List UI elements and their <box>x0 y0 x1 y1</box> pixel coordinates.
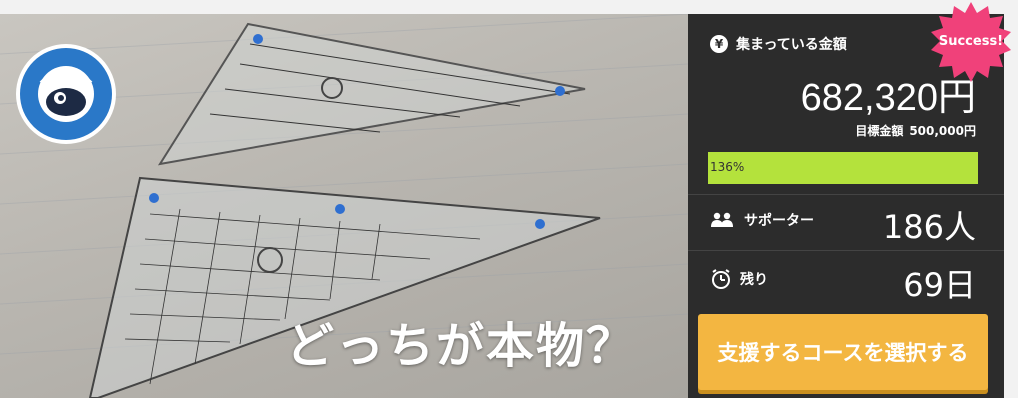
amount-raised-text: 集まっている金額 <box>736 37 847 53</box>
divider <box>688 194 1004 195</box>
select-support-course-button[interactable]: 支援するコースを選択する <box>698 314 988 390</box>
remaining-text: 残り <box>740 272 768 288</box>
project-page: どっちが本物？ ¥ 集まっている金額 682,320円 目標金額 500,000円… <box>0 0 1018 398</box>
supporters-count: 186人 <box>882 208 976 246</box>
remaining-label: 残り <box>710 268 768 290</box>
supporters-text: サポーター <box>744 213 814 229</box>
funding-progress-bar: 136% <box>708 152 978 184</box>
goal-amount: 目標金額 500,000円 <box>855 122 976 139</box>
clock-icon <box>710 268 732 290</box>
mozukope-animation-logo <box>14 42 118 146</box>
success-badge-label: Success! <box>938 34 1004 49</box>
amount-raised-label: ¥ 集まっている金額 <box>710 34 847 54</box>
divider <box>688 250 1004 251</box>
upper-set-square <box>157 22 586 166</box>
project-hero-image: どっちが本物？ <box>0 14 688 398</box>
goal-amount-value: 500,000円 <box>909 124 976 138</box>
yen-coin-icon: ¥ <box>710 35 728 53</box>
funding-progress-fill <box>708 152 978 184</box>
people-icon <box>710 212 736 228</box>
hero-caption: どっちが本物？ <box>286 318 637 374</box>
supporters-label: サポーター <box>710 210 814 230</box>
funding-progress-percent: 136% <box>710 160 745 174</box>
goal-amount-label: 目標金額 <box>855 124 904 138</box>
remaining-days: 69日 <box>903 266 976 304</box>
success-badge: Success! <box>928 0 1014 86</box>
